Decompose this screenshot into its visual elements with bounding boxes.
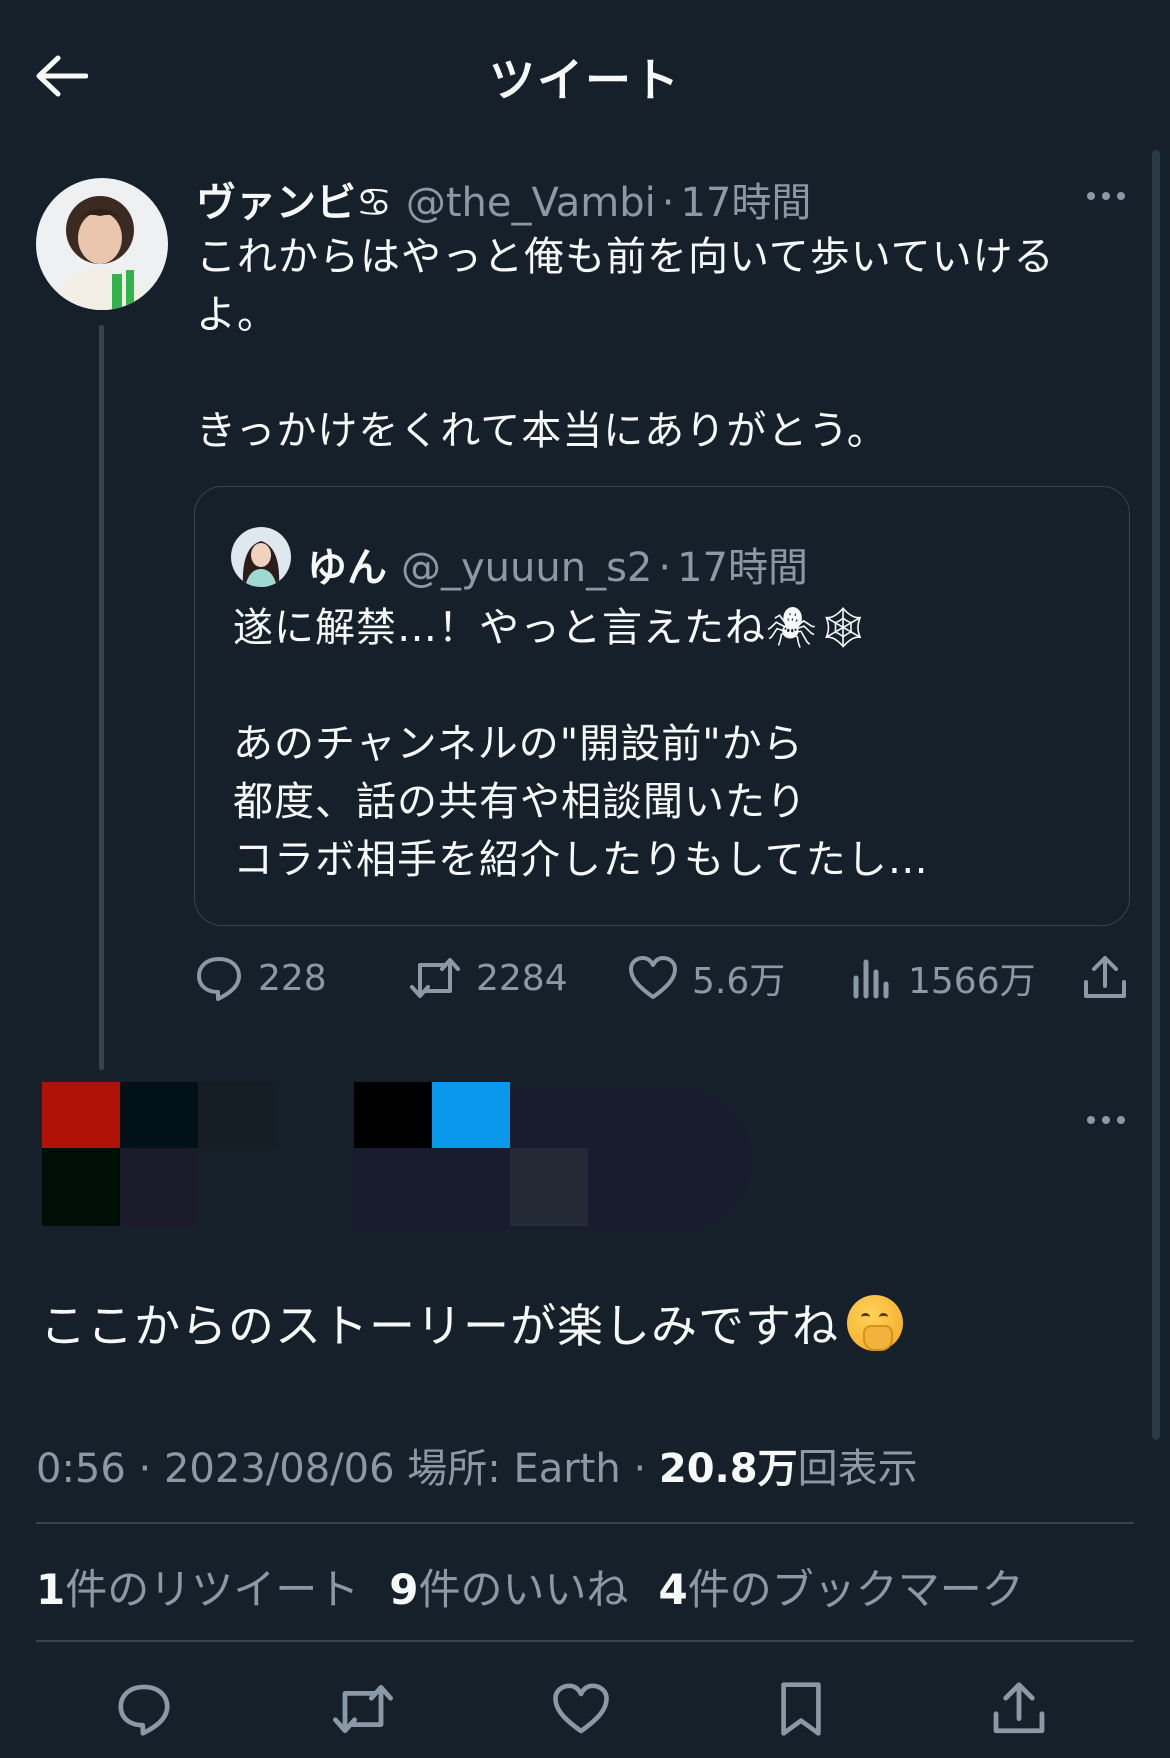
tweet-time[interactable]: 17時間	[680, 170, 811, 228]
more-icon-dot	[1087, 1116, 1095, 1124]
author-name[interactable]: ヴァンビ♋	[196, 170, 392, 228]
page-title: ツイート	[489, 53, 681, 107]
separator-dot: ·	[661, 180, 675, 226]
separator-dot: ·	[633, 1446, 647, 1492]
reply-text-row: ここからのストーリーが楽しみですね	[40, 1290, 903, 1356]
likes-link[interactable]: 9件のいいね	[389, 1556, 628, 1617]
tweet-author-row: ヴァンビ♋ @the_Vambi · 17時間	[196, 170, 811, 228]
bottom-reply-button[interactable]	[109, 1674, 179, 1744]
separator-dot: ·	[138, 1446, 152, 1492]
quote-tweet[interactable]: ゆん @_yuuun_s2 · 17時間 遂に解禁…！やっと言えたね🕷🕸 あのチ…	[194, 486, 1130, 926]
scrollbar[interactable]	[1152, 150, 1160, 1440]
reply-icon	[197, 957, 241, 1001]
like-count: 5.6万	[692, 961, 786, 1002]
view-count: 1566万	[908, 961, 1036, 1002]
engagement-counts: 1件のリツイート 9件のいいね 4件のブックマーク	[36, 1556, 1024, 1617]
view-label: 回表示	[797, 1446, 918, 1492]
reply-count: 228	[258, 957, 327, 999]
quote-author-name: ゆん	[307, 545, 387, 591]
share-button[interactable]	[1082, 950, 1128, 1006]
bottom-retweet-button[interactable]	[328, 1674, 398, 1744]
avatar[interactable]	[36, 178, 168, 310]
quote-avatar	[231, 527, 291, 587]
share-icon	[993, 1682, 1045, 1734]
more-icon-dot	[1087, 192, 1095, 200]
top-header: ツイート	[0, 0, 1170, 140]
bottom-like-button[interactable]	[546, 1674, 616, 1744]
analytics-icon	[853, 959, 889, 999]
like-button[interactable]: 5.6万	[628, 950, 785, 1006]
quote-text: 遂に解禁…！やっと言えたね🕷🕸 あのチャンネルの"開設前"から 都度、話の共有や…	[233, 605, 929, 883]
share-icon	[1084, 956, 1126, 998]
tweet-meta: 0:56 · 2023/08/06 場所: Earth · 20.8万回表示	[36, 1436, 918, 1494]
thread-line	[99, 325, 104, 1070]
more-icon-dot	[1117, 192, 1125, 200]
retweets-link[interactable]: 1件のリツイート	[36, 1556, 359, 1617]
reply-text: ここからのストーリーが楽しみですね	[40, 1299, 839, 1353]
view-total[interactable]: 20.8万	[659, 1446, 798, 1492]
bottom-bookmark-button[interactable]	[766, 1674, 836, 1744]
more-icon-dot	[1117, 1116, 1125, 1124]
post-date: 2023/08/06	[163, 1446, 395, 1492]
heart-icon	[629, 956, 677, 999]
quote-time: 17時間	[677, 545, 808, 591]
reply-button[interactable]: 228	[194, 950, 327, 1006]
more-options-button[interactable]	[1076, 176, 1136, 216]
tweet-text: これからはやっと俺も前を向いて歩いていける よ。 きっかけをくれて本当にありがと…	[196, 234, 1055, 454]
reply-more-options-button[interactable]	[1076, 1100, 1136, 1140]
retweet-button[interactable]: 2284	[408, 950, 568, 1006]
more-icon-dot	[1102, 1116, 1110, 1124]
hand-over-mouth-emoji-icon	[847, 1295, 903, 1351]
reply-icon	[118, 1684, 170, 1736]
heart-icon	[553, 1683, 609, 1734]
quote-author-handle: @_yuuun_s2	[401, 545, 653, 591]
divider	[36, 1522, 1134, 1524]
bottom-share-button[interactable]	[984, 1674, 1054, 1744]
retweet-count: 2284	[476, 957, 568, 999]
quote-author-row: ゆん @_yuuun_s2 · 17時間	[307, 535, 808, 593]
post-location: 場所: Earth	[407, 1446, 621, 1492]
divider	[36, 1640, 1134, 1642]
censored-user-mosaic	[42, 1082, 782, 1232]
separator-dot: ·	[658, 545, 672, 591]
more-icon-dot	[1102, 192, 1110, 200]
retweet-icon	[333, 1685, 393, 1733]
bookmarks-link[interactable]: 4件のブックマーク	[659, 1556, 1024, 1617]
post-time: 0:56	[36, 1446, 126, 1492]
retweet-icon	[410, 958, 460, 998]
views-button[interactable]: 1566万	[850, 950, 1036, 1006]
avatar-image	[36, 178, 168, 310]
bookmark-icon	[781, 1682, 821, 1736]
quote-avatar-image	[231, 527, 291, 587]
author-handle[interactable]: @the_Vambi	[406, 180, 656, 226]
